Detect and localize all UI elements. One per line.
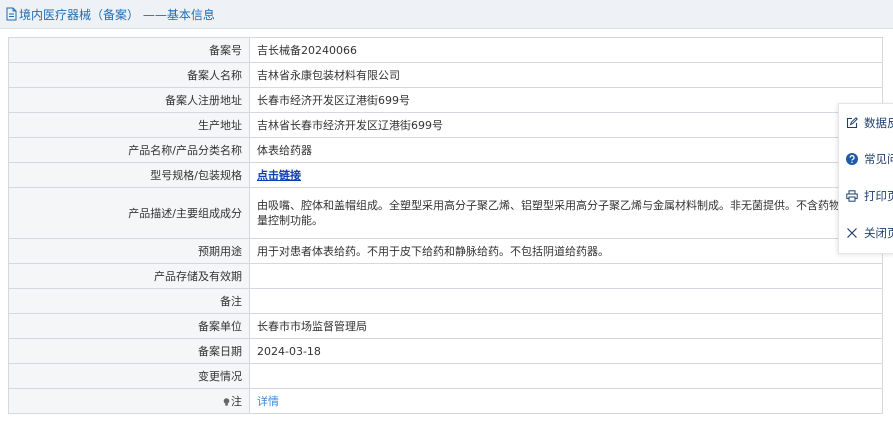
value-storage bbox=[249, 263, 883, 289]
faq-label: 常见问 bbox=[864, 152, 893, 166]
lightbulb-icon bbox=[223, 397, 230, 406]
value-note: 详情 bbox=[249, 388, 883, 414]
print-label: 打印页 bbox=[864, 189, 893, 203]
close-page-button[interactable]: 关闭页 bbox=[839, 219, 893, 249]
document-icon bbox=[6, 7, 17, 21]
label-remarks: 备注 bbox=[8, 288, 250, 314]
close-icon bbox=[847, 228, 857, 238]
value-description: 由吸嘴、腔体和盖帽组成。全塑型采用高分子聚乙烯、铝塑型采用高分子聚乙烯与金属材料… bbox=[249, 187, 883, 239]
label-production-address: 生产地址 bbox=[8, 112, 250, 138]
label-applicant-address: 备案人注册地址 bbox=[8, 87, 250, 113]
details-link[interactable]: 详情 bbox=[257, 395, 279, 408]
value-record-unit: 长春市市场监督管理局 bbox=[249, 313, 883, 339]
basic-info-table: 备案号 吉长械备20240066 备案人名称 吉林省永康包装材料有限公司 备案人… bbox=[8, 37, 883, 414]
value-model-spec: 点击链接 bbox=[249, 162, 883, 188]
value-intended-use: 用于对患者体表给药。不用于皮下给药和静脉给药。不包括阴道给药器。 bbox=[249, 238, 883, 264]
label-note: 注 bbox=[8, 388, 250, 414]
table-row-production-address: 生产地址 吉林省长春市经济开发区辽港街699号 bbox=[8, 112, 883, 138]
value-change-info bbox=[249, 363, 883, 389]
model-spec-link[interactable]: 点击链接 bbox=[257, 169, 301, 182]
value-record-date: 2024-03-18 bbox=[249, 338, 883, 364]
table-row-storage: 产品存储及有效期 bbox=[8, 263, 883, 289]
feedback-label: 数据反 bbox=[864, 116, 893, 130]
label-change-info: 变更情况 bbox=[8, 363, 250, 389]
value-applicant-address: 长春市经济开发区辽港街699号 bbox=[249, 87, 883, 113]
print-icon bbox=[846, 190, 858, 202]
value-remarks bbox=[249, 288, 883, 314]
table-row-change-info: 变更情况 bbox=[8, 363, 883, 389]
table-row-record-date: 备案日期 2024-03-18 bbox=[8, 338, 883, 364]
table-row-intended-use: 预期用途 用于对患者体表给药。不用于皮下给药和静脉给药。不包括阴道给药器。 bbox=[8, 238, 883, 264]
help-icon bbox=[846, 153, 858, 165]
label-record-no: 备案号 bbox=[8, 37, 250, 63]
label-intended-use: 预期用途 bbox=[8, 238, 250, 264]
label-record-unit: 备案单位 bbox=[8, 313, 250, 339]
close-page-label: 关闭页 bbox=[864, 226, 893, 240]
table-row-record-unit: 备案单位 长春市市场监督管理局 bbox=[8, 313, 883, 339]
value-product-name: 体表给药器 bbox=[249, 137, 883, 163]
label-product-name: 产品名称/产品分类名称 bbox=[8, 137, 250, 163]
edit-icon bbox=[846, 117, 858, 129]
side-tool-panel: 数据反 常见问 打印页 关闭页 bbox=[838, 103, 893, 254]
table-row-description: 产品描述/主要组成成分 由吸嘴、腔体和盖帽组成。全塑型采用高分子聚乙烯、铝塑型采… bbox=[8, 187, 883, 239]
label-applicant-name: 备案人名称 bbox=[8, 62, 250, 88]
label-description: 产品描述/主要组成成分 bbox=[8, 187, 250, 239]
page-header: 境内医疗器械（备案） ——基本信息 bbox=[0, 0, 893, 29]
table-row-applicant-address: 备案人注册地址 长春市经济开发区辽港街699号 bbox=[8, 87, 883, 113]
faq-button[interactable]: 常见问 bbox=[839, 145, 893, 175]
note-label-text: 注 bbox=[231, 394, 242, 408]
label-record-date: 备案日期 bbox=[8, 338, 250, 364]
label-storage: 产品存储及有效期 bbox=[8, 263, 250, 289]
table-row-note: 注 详情 bbox=[8, 388, 883, 414]
table-row-remarks: 备注 bbox=[8, 288, 883, 314]
value-record-no: 吉长械备20240066 bbox=[249, 37, 883, 63]
value-production-address: 吉林省长春市经济开发区辽港街699号 bbox=[249, 112, 883, 138]
page-title: 境内医疗器械（备案） ——基本信息 bbox=[19, 8, 215, 22]
table-row-record-no: 备案号 吉长械备20240066 bbox=[8, 37, 883, 63]
feedback-button[interactable]: 数据反 bbox=[839, 109, 893, 139]
table-row-applicant-name: 备案人名称 吉林省永康包装材料有限公司 bbox=[8, 62, 883, 88]
print-button[interactable]: 打印页 bbox=[839, 182, 893, 212]
table-row-model-spec: 型号规格/包装规格 点击链接 bbox=[8, 162, 883, 188]
table-row-product-name: 产品名称/产品分类名称 体表给药器 bbox=[8, 137, 883, 163]
label-model-spec: 型号规格/包装规格 bbox=[8, 162, 250, 188]
value-applicant-name: 吉林省永康包装材料有限公司 bbox=[249, 62, 883, 88]
